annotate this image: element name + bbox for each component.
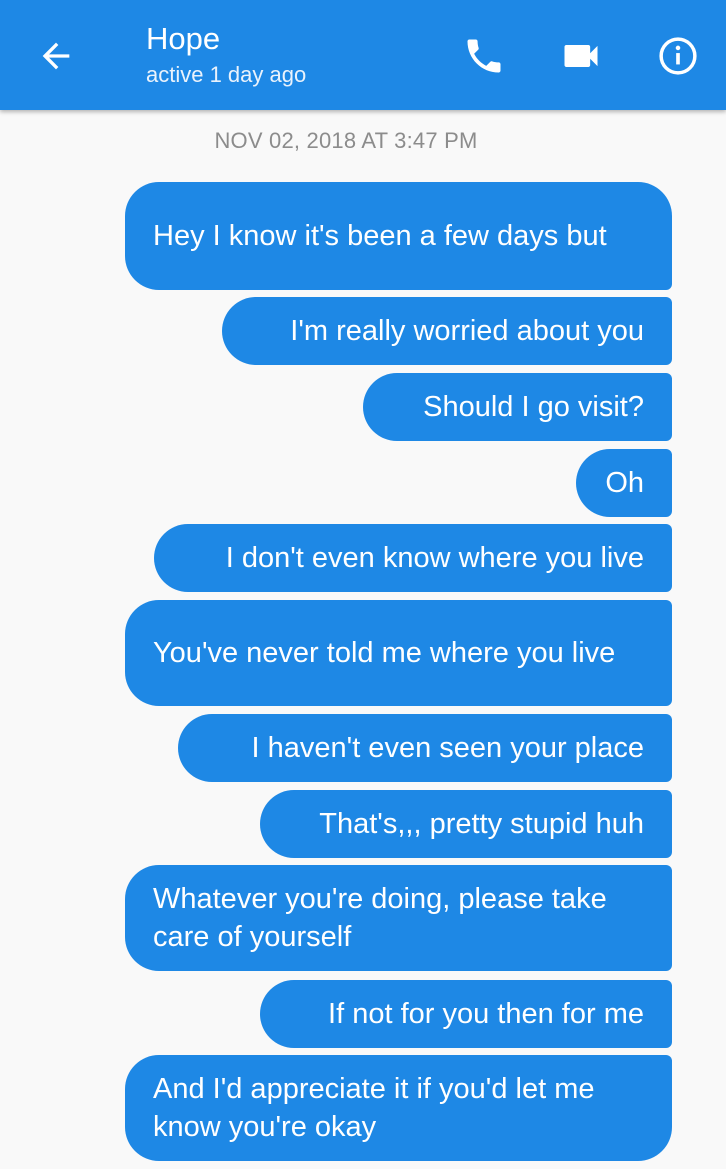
sent-message-bubble[interactable]: I haven't even seen your place [178, 714, 672, 782]
sent-message-bubble[interactable]: And I'd appreciate it if you'd let me kn… [125, 1055, 672, 1161]
back-arrow-icon [42, 42, 70, 70]
info-icon [659, 37, 697, 75]
sent-message-bubble[interactable]: Whatever you're doing, please take care … [125, 865, 672, 971]
conversation-info-button[interactable] [650, 28, 706, 84]
sent-message-bubble[interactable]: If not for you then for me [260, 980, 672, 1048]
sent-message-bubble[interactable]: I'm really worried about you [222, 297, 672, 365]
active-status: active 1 day ago [146, 62, 307, 87]
video-camera-icon [564, 45, 598, 67]
app-bar: Hope active 1 day ago [0, 0, 726, 110]
back-button[interactable] [28, 28, 84, 84]
conversation-timestamp: NOV 02, 2018 AT 3:47 PM [214, 128, 478, 153]
sent-message-bubble[interactable]: Oh [576, 449, 672, 517]
conversation-title[interactable]: Hope active 1 day ago [146, 20, 306, 90]
sent-message-bubble[interactable]: Hey I know it's been a few days but [125, 182, 672, 290]
sent-message-bubble[interactable]: That's,,, pretty stupid huh [260, 790, 672, 858]
phone-icon [467, 39, 501, 73]
sent-message-bubble[interactable]: You've never told me where you live [125, 600, 672, 706]
voice-call-button[interactable] [456, 28, 512, 84]
sent-message-bubble[interactable]: Should I go visit? [363, 373, 672, 441]
sent-message-bubble[interactable]: I don't even know where you live [154, 524, 672, 592]
contact-name: Hope [146, 21, 221, 56]
video-call-button[interactable] [553, 28, 609, 84]
